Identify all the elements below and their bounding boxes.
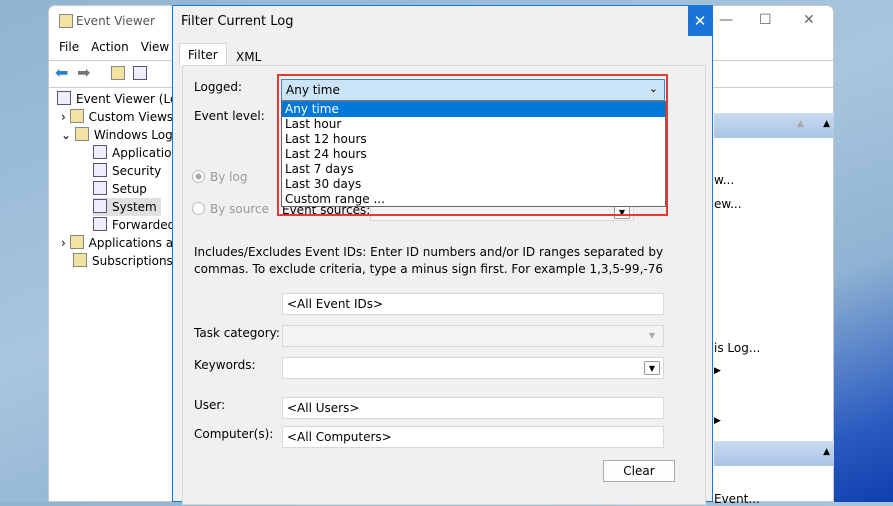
tree-item-system[interactable]: System [93,198,161,216]
logged-dropdown[interactable]: Any time ⌄ [281,79,665,101]
action-item[interactable]: w... [714,173,734,187]
tree-item-applications[interactable]: › Applications ar [61,234,178,252]
back-icon[interactable]: ⬅ [55,63,68,85]
option-custom-range[interactable]: Custom range ... [282,192,665,207]
folder-icon [69,109,84,123]
task-category-dropdown[interactable]: ▼ [282,325,664,347]
submenu-arrow-icon[interactable]: ▶ [714,416,834,426]
tab-filter[interactable]: Filter [179,43,227,66]
close-window-button[interactable]: ✕ [803,12,815,28]
event-level-label: Event level: [194,109,265,123]
option-last-24-hours[interactable]: Last 24 hours [282,147,665,162]
logged-options-list: Any time Last hour Last 12 hours Last 24… [281,101,666,207]
tree-item-windows-logs[interactable]: ⌄ Windows Logs [61,126,179,144]
tree-item-forwarded[interactable]: Forwarded [93,216,175,234]
chevron-down-icon[interactable]: ▼ [644,361,660,375]
user-label: User: [194,398,226,412]
actions-header: ▲ [714,113,834,138]
log-icon [93,163,107,177]
subscriptions-icon [73,253,87,267]
logged-label: Logged: [194,80,243,94]
option-last-12-hours[interactable]: Last 12 hours [282,132,665,147]
by-log-radio[interactable]: By log [192,170,247,184]
event-ids-help: Includes/Excludes Event IDs: Enter ID nu… [194,245,664,276]
action-item[interactable]: is Log... [714,341,760,355]
user-input[interactable]: <All Users> [282,397,664,419]
log-icon [93,217,107,231]
minimize-button[interactable]: — [719,12,733,28]
task-category-label: Task category: [194,326,280,340]
menu-view[interactable]: View [141,40,169,54]
submenu-arrow-icon[interactable]: ▶ [714,366,834,376]
window-title: Event Viewer [76,14,155,28]
show-hide-tree-icon[interactable] [133,66,147,80]
maximize-button[interactable]: ☐ [759,12,772,28]
tree-item-security[interactable]: Security [93,162,161,180]
keywords-dropdown[interactable]: ▼ [282,357,664,379]
tree-item-subscriptions[interactable]: Subscriptions [73,252,173,270]
option-last-30-days[interactable]: Last 30 days [282,177,665,192]
event-ids-input[interactable]: <All Event IDs> [282,293,664,315]
up-folder-icon[interactable] [111,66,125,80]
dialog-title: Filter Current Log [181,14,294,29]
chevron-down-icon: ▼ [648,331,656,340]
dialog-close-button[interactable]: ✕ [688,6,712,36]
event-viewer-icon [59,14,73,28]
clear-button[interactable]: Clear [603,460,675,482]
chevron-down-icon[interactable]: ⌄ [649,82,658,95]
forward-icon[interactable]: ➡ [77,63,90,85]
log-icon [93,145,107,159]
computer-label: Computer(s): [194,427,274,441]
menu-action[interactable]: Action [91,40,129,54]
actions-pane: ▲ w... ew... is Log... ▶ ▶ ▲ Event... [714,113,834,506]
menu-file[interactable]: File [59,40,79,54]
computer-input[interactable]: <All Computers> [282,426,664,448]
folder-icon [74,127,89,141]
tree-item-setup[interactable]: Setup [93,180,147,198]
tree-item-custom-views[interactable]: › Custom Views [61,108,173,126]
actions-header: ▲ [714,441,834,466]
option-last-hour[interactable]: Last hour [282,117,665,132]
menu-bar: File Action View [59,40,181,54]
option-any-time[interactable]: Any time [282,102,665,117]
scrollbar-up-icon[interactable]: ▲ [797,119,804,129]
keywords-label: Keywords: [194,358,256,372]
action-item[interactable]: ew... [714,197,742,211]
folder-icon [69,235,84,249]
tree-item-application[interactable]: Application [93,144,179,162]
action-item[interactable]: Event... [714,492,760,506]
option-last-7-days[interactable]: Last 7 days [282,162,665,177]
log-icon [93,199,107,213]
log-icon [93,181,107,195]
event-viewer-icon [57,91,71,105]
by-source-radio[interactable]: By source [192,202,269,216]
